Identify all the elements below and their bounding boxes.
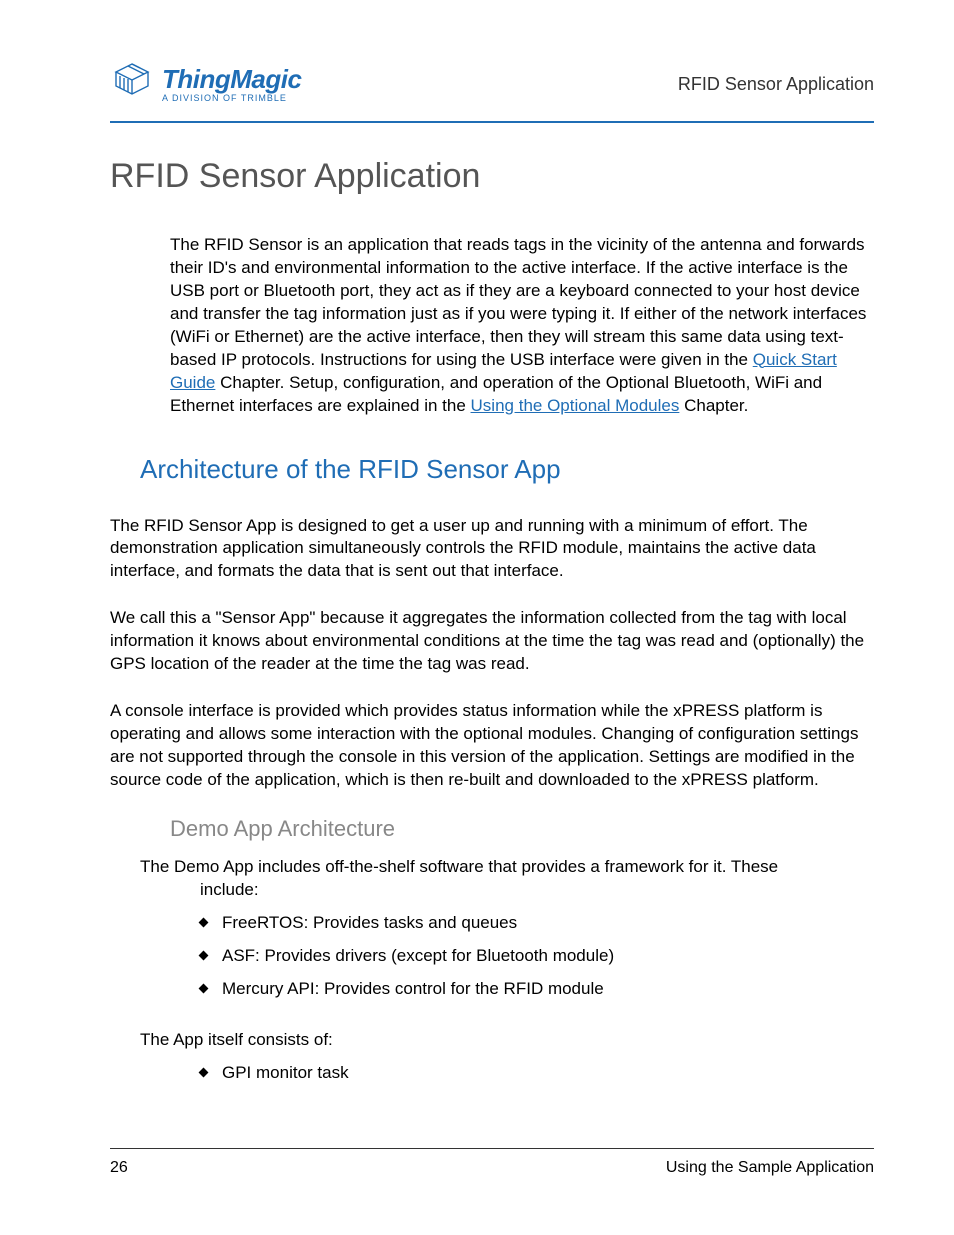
logo-text: ThingMagic A DIVISION OF TRIMBLE	[162, 66, 301, 103]
footer-label: Using the Sample Application	[666, 1159, 874, 1177]
list-item: ASF: Provides drivers (except for Blueto…	[200, 945, 874, 968]
arch-paragraph-1: The RFID Sensor App is designed to get a…	[110, 515, 874, 584]
header-section-title: RFID Sensor Application	[678, 74, 874, 95]
list-item: GPI monitor task	[200, 1062, 874, 1085]
arch-paragraph-2: We call this a "Sensor App" because it a…	[110, 607, 874, 676]
demo-heading: Demo App Architecture	[170, 816, 874, 842]
consists-list: GPI monitor task	[200, 1062, 874, 1085]
list-item: Mercury API: Provides control for the RF…	[200, 978, 874, 1001]
demo-intro: The Demo App includes off-the-shelf soft…	[140, 856, 874, 902]
architecture-heading: Architecture of the RFID Sensor App	[140, 454, 874, 485]
framework-list: FreeRTOS: Provides tasks and queues ASF:…	[200, 912, 874, 1001]
logo-subtitle: A DIVISION OF TRIMBLE	[162, 94, 301, 103]
logo-icon	[110, 60, 154, 109]
arch-paragraph-3: A console interface is provided which pr…	[110, 700, 874, 792]
demo-intro-line1: The Demo App includes off-the-shelf soft…	[140, 857, 778, 876]
page: ThingMagic A DIVISION OF TRIMBLE RFID Se…	[0, 0, 954, 1235]
optional-modules-link[interactable]: Using the Optional Modules	[471, 396, 680, 415]
logo: ThingMagic A DIVISION OF TRIMBLE	[110, 60, 301, 109]
page-number: 26	[110, 1159, 128, 1177]
page-header: ThingMagic A DIVISION OF TRIMBLE RFID Se…	[110, 60, 874, 123]
intro-paragraph: The RFID Sensor is an application that r…	[170, 234, 874, 418]
logo-title: ThingMagic	[162, 66, 301, 92]
app-consists-label: The App itself consists of:	[140, 1029, 874, 1052]
intro-text-3: Chapter.	[679, 396, 748, 415]
page-footer: 26 Using the Sample Application	[110, 1148, 874, 1177]
demo-intro-line2: include:	[200, 879, 259, 902]
page-title: RFID Sensor Application	[110, 157, 874, 196]
list-item: FreeRTOS: Provides tasks and queues	[200, 912, 874, 935]
intro-text-1: The RFID Sensor is an application that r…	[170, 235, 866, 369]
